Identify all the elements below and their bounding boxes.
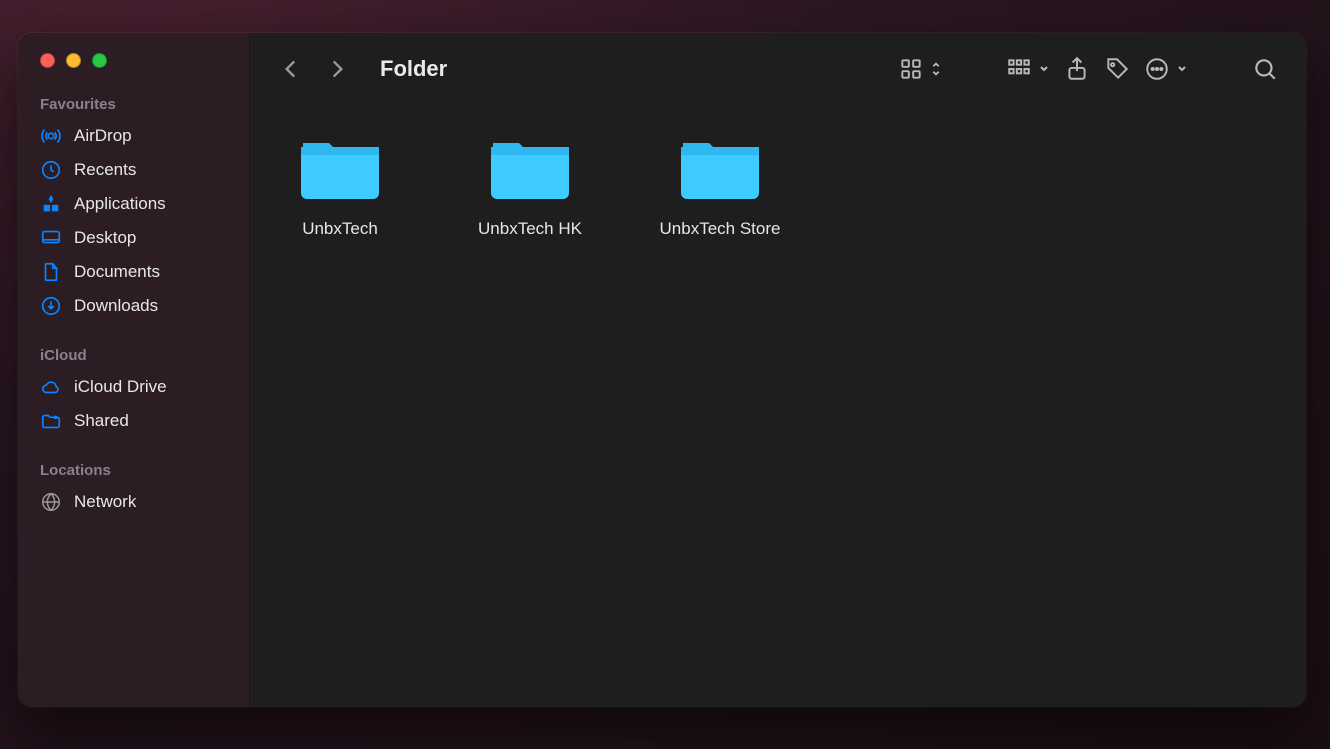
view-mode-button[interactable]	[898, 56, 942, 82]
desktop-icon	[40, 227, 62, 249]
sidebar-item-label: iCloud Drive	[74, 377, 167, 397]
sidebar-item-desktop[interactable]: Desktop	[18, 221, 249, 255]
search-button[interactable]	[1252, 56, 1278, 82]
back-button[interactable]	[278, 56, 304, 82]
sidebar-section-header-favourites: Favourites	[18, 90, 249, 119]
sidebar-item-network[interactable]: Network	[18, 485, 249, 519]
shared-folder-icon	[40, 410, 62, 432]
sidebar: Favourites AirDrop Recents Applications …	[18, 33, 250, 707]
folder-icon	[487, 133, 573, 205]
sidebar-item-label: Network	[74, 492, 136, 512]
clock-icon	[40, 159, 62, 181]
sidebar-section-header-locations: Locations	[18, 456, 249, 485]
sidebar-item-airdrop[interactable]: AirDrop	[18, 119, 249, 153]
sidebar-item-recents[interactable]: Recents	[18, 153, 249, 187]
toolbar: Folder	[250, 33, 1306, 105]
tags-button[interactable]	[1104, 56, 1130, 82]
sidebar-item-documents[interactable]: Documents	[18, 255, 249, 289]
share-button[interactable]	[1064, 56, 1090, 82]
cloud-icon	[40, 376, 62, 398]
download-icon	[40, 295, 62, 317]
folder-grid: UnbxTech UnbxTech HK UnbxTech Store	[250, 105, 1306, 707]
airdrop-icon	[40, 125, 62, 147]
window-controls	[18, 47, 249, 90]
sidebar-item-downloads[interactable]: Downloads	[18, 289, 249, 323]
fullscreen-button[interactable]	[92, 53, 107, 68]
sidebar-item-applications[interactable]: Applications	[18, 187, 249, 221]
folder-icon	[677, 133, 763, 205]
sidebar-item-label: Recents	[74, 160, 136, 180]
close-button[interactable]	[40, 53, 55, 68]
sidebar-item-label: Documents	[74, 262, 160, 282]
sidebar-item-shared[interactable]: Shared	[18, 404, 249, 438]
action-menu-button[interactable]	[1144, 56, 1188, 82]
document-icon	[40, 261, 62, 283]
folder-label: UnbxTech Store	[660, 219, 781, 239]
folder-item[interactable]: UnbxTech HK	[460, 133, 600, 239]
sidebar-item-label: AirDrop	[74, 126, 132, 146]
minimize-button[interactable]	[66, 53, 81, 68]
folder-item[interactable]: UnbxTech	[270, 133, 410, 239]
sidebar-item-label: Shared	[74, 411, 129, 431]
sidebar-section-header-icloud: iCloud	[18, 341, 249, 370]
sidebar-item-label: Applications	[74, 194, 166, 214]
sidebar-item-label: Downloads	[74, 296, 158, 316]
main-area: Folder	[250, 33, 1306, 707]
window-title: Folder	[380, 56, 447, 82]
finder-window: Favourites AirDrop Recents Applications …	[18, 33, 1306, 707]
network-icon	[40, 491, 62, 513]
folder-label: UnbxTech	[302, 219, 378, 239]
forward-button[interactable]	[324, 56, 350, 82]
folder-item[interactable]: UnbxTech Store	[650, 133, 790, 239]
group-by-button[interactable]	[1006, 56, 1050, 82]
sidebar-item-icloud-drive[interactable]: iCloud Drive	[18, 370, 249, 404]
applications-icon	[40, 193, 62, 215]
folder-icon	[297, 133, 383, 205]
sidebar-item-label: Desktop	[74, 228, 136, 248]
folder-label: UnbxTech HK	[478, 219, 582, 239]
